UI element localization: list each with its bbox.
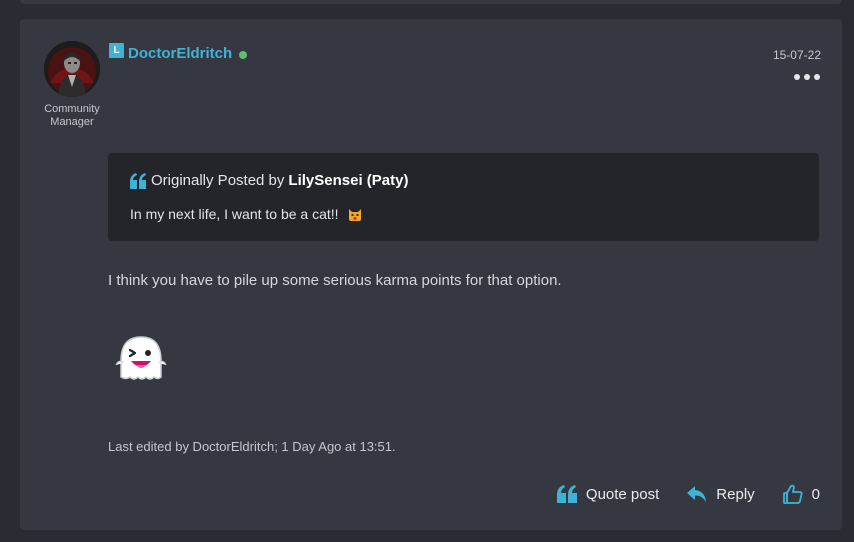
reply-label: Reply: [716, 485, 755, 503]
reply-button[interactable]: Reply: [686, 485, 755, 503]
more-options-button[interactable]: [788, 71, 820, 83]
quote-icon: [556, 485, 577, 503]
edited-note: Last edited by DoctorEldritch; 1 Day Ago…: [108, 439, 396, 454]
like-count: 0: [811, 485, 820, 503]
user-role: Community Manager: [44, 103, 100, 128]
quote-icon: [130, 172, 146, 189]
post-message: I think you have to pile up some serious…: [108, 272, 562, 289]
previous-post-edge: [20, 0, 842, 4]
dot-icon: [814, 74, 820, 80]
leader-badge-icon: L: [109, 43, 124, 58]
author-username[interactable]: DoctorEldritch: [128, 45, 232, 62]
avatar[interactable]: [44, 41, 100, 97]
quoted-author[interactable]: LilySensei (Paty): [288, 172, 408, 189]
forum-post: Community Manager L DoctorEldritch 15-07…: [20, 19, 842, 530]
thumbs-up-icon: [782, 484, 803, 504]
reply-arrow-icon: [687, 486, 707, 502]
dot-icon: [804, 74, 810, 80]
ghost-emoji-icon: [115, 336, 167, 380]
quote-body: In my next life, I want to be a cat!!: [130, 206, 363, 222]
quote-post-button[interactable]: Quote post: [556, 485, 659, 503]
dot-icon: [794, 74, 800, 80]
online-status-icon: [239, 51, 247, 59]
quote-block: Originally Posted by LilySensei (Paty) I…: [108, 153, 819, 241]
quote-prefix: Originally Posted by: [151, 172, 285, 189]
post-actions: Quote post Reply 0: [556, 484, 820, 504]
quote-header: Originally Posted by LilySensei (Paty): [129, 172, 408, 189]
cat-emoji-icon: [348, 209, 361, 221]
post-date: 15-07-22: [772, 48, 821, 62]
like-button[interactable]: 0: [782, 484, 820, 504]
quote-text: In my next life, I want to be a cat!!: [130, 206, 339, 222]
quote-post-label: Quote post: [585, 485, 660, 503]
